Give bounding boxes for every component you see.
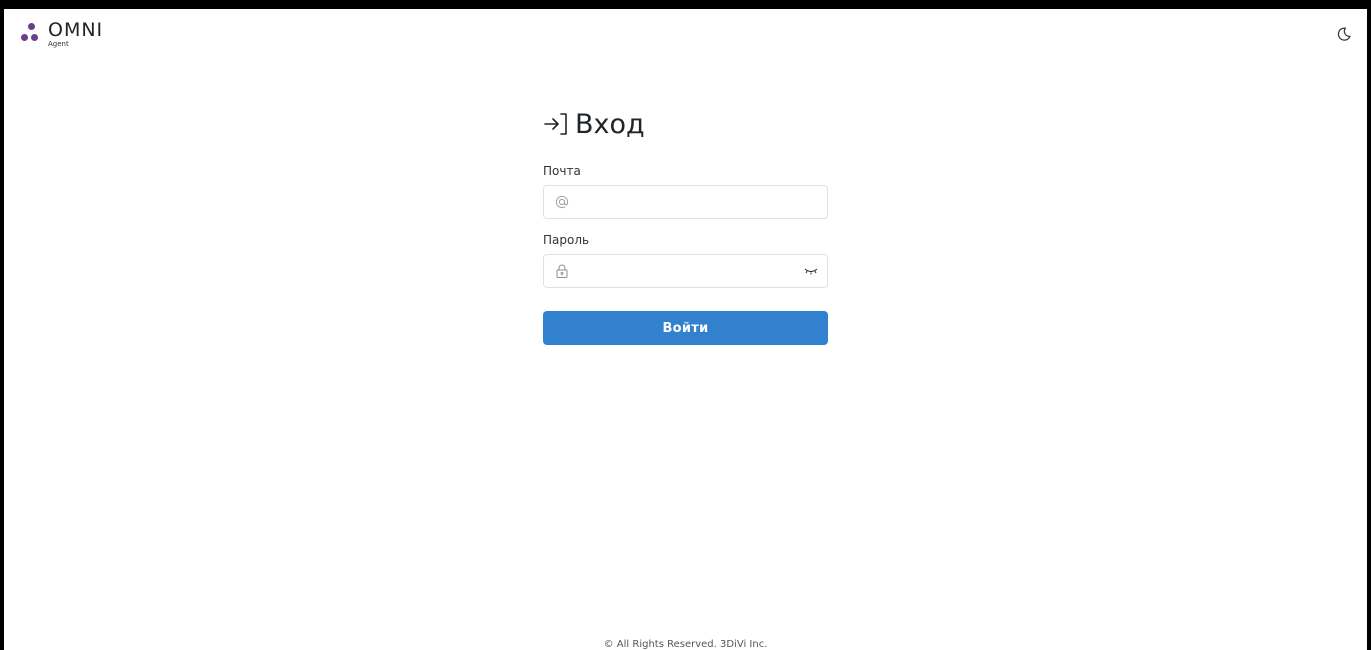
theme-toggle-button[interactable] bbox=[1335, 25, 1353, 43]
at-sign-icon bbox=[555, 195, 569, 209]
lock-icon bbox=[556, 264, 568, 278]
logo-subtitle: Agent bbox=[48, 40, 69, 48]
email-input[interactable] bbox=[580, 186, 791, 218]
password-field-wrapper bbox=[543, 254, 828, 288]
login-submit-button[interactable]: Войти bbox=[543, 311, 828, 345]
login-form: Вход Почта Пароль Войти bbox=[543, 106, 828, 345]
moon-icon bbox=[1337, 27, 1351, 41]
eye-closed-icon[interactable] bbox=[803, 264, 819, 278]
logo-dots-icon bbox=[20, 21, 44, 45]
page-title: Вход bbox=[575, 108, 645, 140]
email-field-wrapper bbox=[543, 185, 828, 219]
email-label: Почта bbox=[543, 164, 581, 178]
logo-wordmark: OMNI bbox=[48, 19, 104, 41]
password-label: Пароль bbox=[543, 233, 590, 247]
omni-agent-logo[interactable]: OMNI Agent bbox=[20, 21, 103, 48]
page: OMNI Agent Вход Почта Пароль Войти © All… bbox=[4, 9, 1367, 650]
login-arrow-icon bbox=[544, 113, 567, 135]
password-input[interactable] bbox=[580, 255, 791, 287]
footer-copyright: © All Rights Reserved. 3DiVi Inc. bbox=[603, 639, 768, 650]
